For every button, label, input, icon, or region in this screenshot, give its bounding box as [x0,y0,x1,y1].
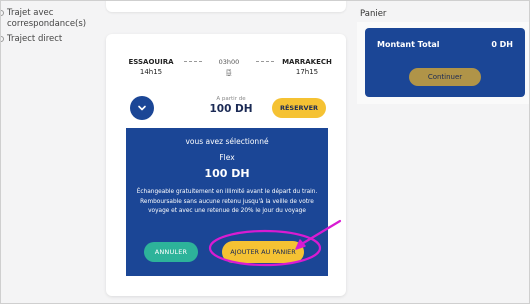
offer-price: 100 DH [209,103,253,115]
filter-label: Trajet avec correspondance(s) [7,8,87,29]
offer-card: ESSAOUIRA 14h15 03h00 🚆︎ MARRAKECH 17h15… [106,34,346,296]
continue-button[interactable]: Continuer [409,68,481,86]
fare-detail-panel: vous avez sélectionné Flex 100 DH Échang… [126,128,328,276]
radio-icon[interactable] [0,10,4,16]
arrival-time: 17h15 [295,68,319,76]
arrival-station: MARRAKECH [282,58,332,66]
arrival-info: MARRAKECH 17h15 [278,58,336,76]
duration-label: 03h00 [218,58,240,66]
total-label: Montant Total [377,40,440,49]
chevron-down-icon [138,105,146,111]
cart-title: Panier [360,9,387,19]
reserve-button[interactable]: RÉSERVER [272,98,326,118]
price-from-label: A partir de [216,96,246,102]
add-to-cart-button[interactable]: AJOUTER AU PANIER [222,241,304,263]
price-block: A partir de 100 DH [206,96,256,115]
trip-duration: 03h00 🚆︎ [184,58,274,77]
filter-label: Traject direct [7,34,63,44]
collapse-details-button[interactable] [130,96,154,120]
cart-box: Montant Total 0 DH Continuer [365,28,525,97]
total-value: 0 DH [491,40,513,49]
filter-direct[interactable]: Traject direct [0,34,100,45]
departure-time: 14h15 [139,68,163,76]
previous-offer-card [106,0,346,12]
departure-info: ESSAOUIRA 14h15 [126,58,176,76]
filter-with-connection[interactable]: Trajet avec correspondance(s) [0,8,100,30]
departure-station: ESSAOUIRA [128,58,174,66]
fare-conditions: Échangeable gratuitement en illimité ava… [136,189,318,214]
train-icon: 🚆︎ [224,69,234,77]
selected-label: vous avez sélectionné [185,137,269,146]
journey-filters: Trajet avec correspondance(s) Traject di… [0,8,100,49]
fare-name: Flex [219,153,235,162]
radio-icon[interactable] [0,36,4,42]
fare-price: 100 DH [204,167,250,180]
cancel-button[interactable]: ANNULER [144,242,198,262]
